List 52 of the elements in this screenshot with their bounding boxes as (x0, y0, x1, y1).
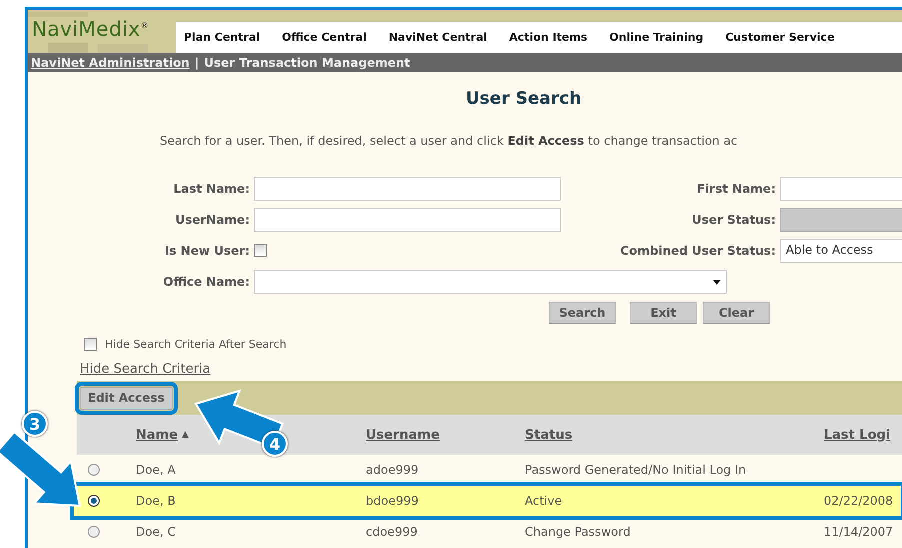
table-cell-text: Password Generated/No Initial Log In (525, 463, 748, 477)
page-title: User Search (466, 89, 583, 111)
radio-button[interactable] (88, 526, 100, 538)
column-header[interactable]: Status (525, 428, 824, 442)
office-dropdown[interactable] (254, 270, 727, 294)
radio-button[interactable] (88, 464, 100, 476)
column-header[interactable]: Last Logi (824, 428, 902, 442)
field-label: Is New User: (164, 244, 250, 258)
table-cell-text: Change Password (525, 525, 632, 539)
field-label: UserName: (174, 213, 250, 227)
checkbox[interactable] (84, 338, 97, 351)
table-row[interactable]: Doe, B bdoe999 Active 02/22/2008 (73, 485, 902, 517)
text-field[interactable] (254, 208, 561, 232)
table-cell-text: Doe, A (136, 463, 177, 477)
nav-link[interactable]: Plan Central (184, 31, 260, 44)
nav-link[interactable]: NaviNet Central (388, 31, 488, 44)
table-row[interactable]: Doe, A adoe999 Password Generated/No Initial Log In (77, 455, 902, 485)
table-cell-text: Active (525, 494, 564, 508)
status-dropdown[interactable] (780, 208, 902, 232)
radio-button[interactable] (88, 495, 100, 507)
form-button[interactable]: Clear (703, 302, 770, 324)
field-label: User Status: (691, 213, 776, 227)
hide-criteria-link[interactable]: Hide Search Criteria (80, 362, 211, 377)
table-cell-text: bdoe999 (366, 494, 420, 508)
breadcrumb-current: User Transaction Management (204, 56, 410, 70)
breadcrumb-link[interactable]: NaviNet Administration (31, 56, 190, 70)
instructions-text: Search for a user. Then, if desired, select a user and click Edit Access to change transaction ac (160, 133, 739, 150)
table-cell-text: cdoe999 (366, 525, 419, 539)
table-cell-text: adoe999 (366, 463, 420, 477)
table-cell-text: 02/22/2008 (824, 494, 894, 508)
table-cell-text: Doe, B (136, 494, 177, 508)
checkbox[interactable] (254, 244, 267, 256)
field-label: First Name: (696, 182, 776, 196)
table-cell-text: Doe, C (136, 525, 177, 539)
dropdown-caret-icon (713, 280, 721, 284)
field-label: Last Name: (172, 182, 250, 196)
field-label: Office Name: (162, 275, 250, 289)
text-field[interactable]: Able to Access (780, 239, 902, 263)
nav-link[interactable]: Action Items (509, 31, 588, 44)
nav-link[interactable]: Customer Service (726, 31, 835, 44)
nav-link[interactable]: Online Training (610, 31, 704, 44)
column-header[interactable]: Username (366, 428, 525, 442)
nav-link[interactable]: Office Central (282, 31, 367, 44)
table-row[interactable]: Doe, C cdoe999 Change Password 11/14/2007 (77, 517, 902, 547)
checkbox-label: Hide Search Criteria After Search (105, 338, 287, 351)
text-field[interactable] (254, 177, 561, 201)
table-cell-text: 11/14/2007 (824, 525, 894, 539)
field-label: Combined User Status: (619, 244, 776, 258)
text-field[interactable] (780, 177, 902, 201)
form-button[interactable]: Search (549, 302, 616, 324)
form-button[interactable]: Exit (630, 302, 697, 324)
breadcrumb-separator: | (194, 56, 200, 70)
